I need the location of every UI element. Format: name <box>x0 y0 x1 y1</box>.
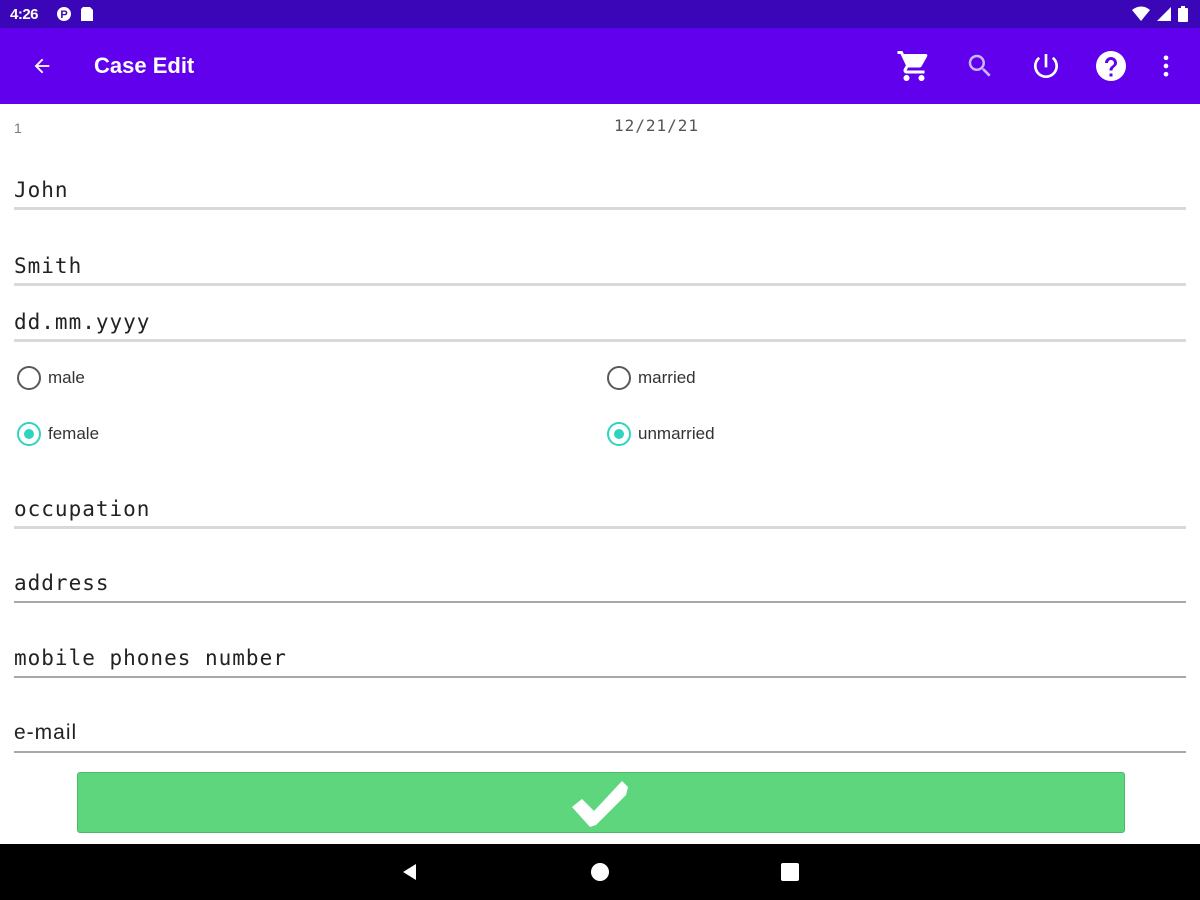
address-field[interactable] <box>14 555 1186 603</box>
field-underline <box>14 207 1186 210</box>
checkmark-icon <box>572 780 628 827</box>
radio-label-unmarried: unmarried <box>638 424 715 443</box>
status-bar: 4:26 P <box>0 0 1200 28</box>
occupation-input[interactable] <box>14 481 1186 529</box>
occupation-field[interactable] <box>14 481 1186 529</box>
radio-label-male: male <box>48 368 85 387</box>
battery-icon <box>1178 6 1188 27</box>
email-input[interactable] <box>14 705 1186 753</box>
more-options-button[interactable] <box>1146 46 1186 86</box>
search-button[interactable] <box>960 46 1000 86</box>
radio-circle-checked <box>17 422 41 446</box>
case-number: 1 <box>14 120 22 136</box>
first-name-input[interactable] <box>14 162 1186 210</box>
notification-icon: P <box>56 6 72 27</box>
case-date: 12/21/21 <box>614 116 700 135</box>
status-time: 4:26 <box>10 6 39 23</box>
address-input[interactable] <box>14 555 1186 603</box>
status-left-icons: P <box>56 6 94 27</box>
cart-icon <box>897 51 928 81</box>
save-button[interactable] <box>77 772 1125 833</box>
field-underline <box>14 526 1186 529</box>
power-button[interactable] <box>1026 46 1066 86</box>
cart-button[interactable] <box>894 46 934 86</box>
gender-female-radio[interactable]: female <box>17 422 99 446</box>
field-underline <box>14 676 1186 678</box>
last-name-field[interactable] <box>14 238 1186 286</box>
power-icon <box>1034 54 1058 78</box>
field-underline <box>14 751 1186 753</box>
nav-home-button[interactable] <box>586 858 614 886</box>
mobile-field[interactable] <box>14 630 1186 678</box>
email-field[interactable] <box>14 705 1186 753</box>
last-name-input[interactable] <box>14 238 1186 286</box>
system-nav-bar <box>0 844 1200 900</box>
marital-married-radio[interactable]: married <box>607 366 696 390</box>
field-underline <box>14 283 1186 286</box>
radio-label-married: married <box>638 368 696 387</box>
recents-nav-icon <box>781 863 799 881</box>
field-underline <box>14 601 1186 603</box>
back-nav-icon <box>403 864 416 880</box>
app-title: Case Edit <box>94 53 195 78</box>
help-icon <box>1096 51 1126 81</box>
mobile-input[interactable] <box>14 630 1186 678</box>
status-right-icons <box>1132 6 1188 27</box>
sim-card-icon <box>80 6 94 27</box>
wifi-icon <box>1132 6 1150 27</box>
back-button[interactable] <box>24 48 60 84</box>
home-nav-icon <box>591 863 609 881</box>
nav-back-button[interactable] <box>396 858 424 886</box>
gender-male-radio[interactable]: male <box>17 366 85 390</box>
radio-circle <box>607 366 631 390</box>
app-bar: Case Edit <box>0 28 1200 104</box>
search-icon <box>968 54 991 77</box>
cell-signal-icon <box>1156 6 1172 27</box>
svg-text:P: P <box>60 9 67 21</box>
help-button[interactable] <box>1091 46 1131 86</box>
birth-date-input[interactable] <box>14 294 1186 342</box>
arrow-back-icon <box>34 58 50 74</box>
nav-recents-button[interactable] <box>776 858 804 886</box>
birth-date-field[interactable] <box>14 294 1186 342</box>
radio-circle-checked <box>607 422 631 446</box>
radio-label-female: female <box>48 424 100 443</box>
marital-unmarried-radio[interactable]: unmarried <box>607 422 715 446</box>
radio-circle <box>17 366 41 390</box>
field-underline <box>14 339 1186 342</box>
first-name-field[interactable] <box>14 162 1186 210</box>
more-vert-icon <box>1163 55 1169 77</box>
